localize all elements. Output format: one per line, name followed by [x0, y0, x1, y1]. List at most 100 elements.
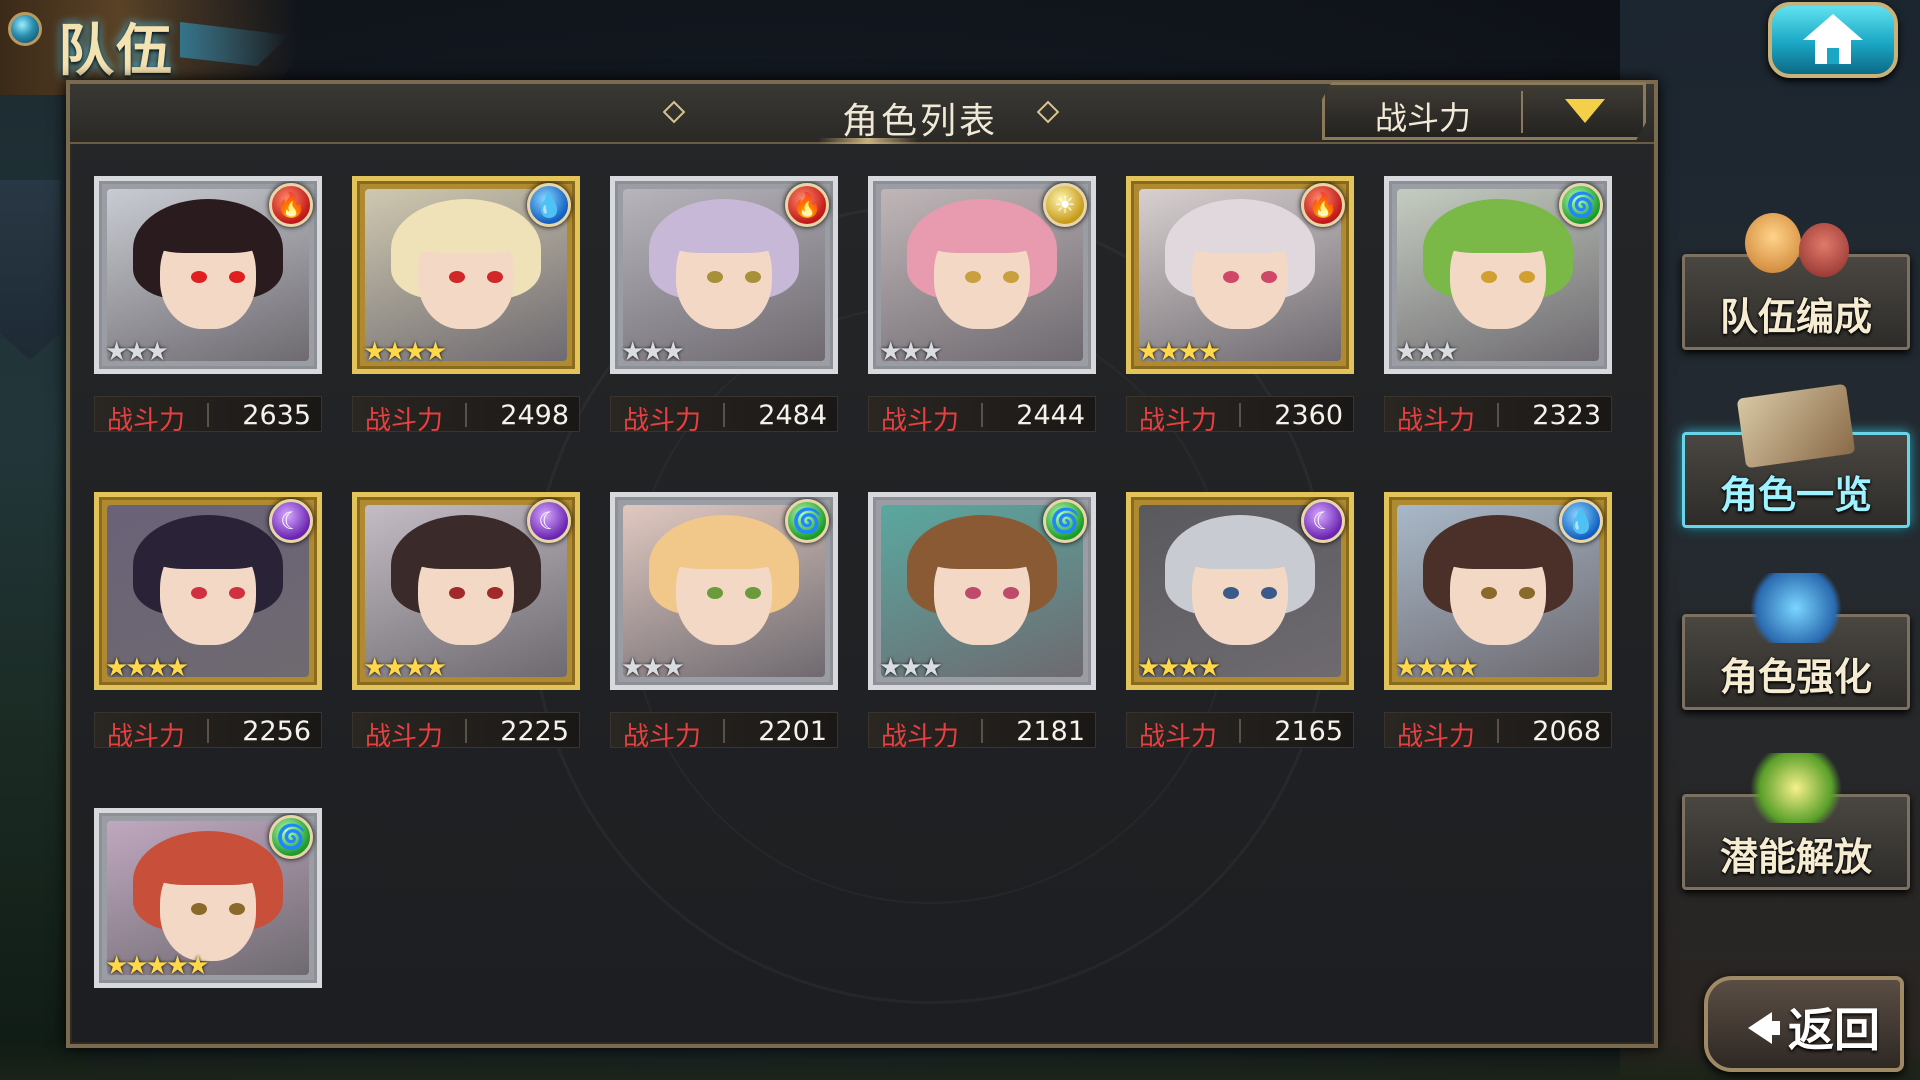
power-value: 2498	[500, 400, 569, 431]
character-portrait[interactable]: 🌀 ★★★	[1384, 176, 1612, 374]
character-eye	[449, 271, 465, 283]
character-card[interactable]: 🌀 ★★★ 战斗力 2323	[1384, 176, 1612, 436]
power-separator	[465, 403, 467, 427]
character-card[interactable]: 🌀 ★★★ 战斗力 2181	[868, 492, 1096, 752]
water-element-icon: 💧	[1559, 499, 1603, 543]
power-label: 战斗力	[365, 722, 444, 752]
power-separator	[207, 403, 209, 427]
power-value: 2256	[242, 716, 311, 747]
power-value: 2068	[1532, 716, 1601, 747]
rarity-stars: ★★★	[105, 337, 169, 367]
character-portrait[interactable]: 💧 ★★★★	[1384, 492, 1612, 690]
rarity-stars: ★★★★★	[105, 951, 210, 981]
character-portrait[interactable]: 💧 ★★★★	[352, 176, 580, 374]
character-bangs	[1180, 207, 1300, 253]
rarity-stars: ★★★★	[1395, 653, 1479, 683]
character-eye	[229, 587, 245, 599]
character-bangs	[1438, 207, 1558, 253]
power-bar: 战斗力 2498	[352, 396, 580, 436]
dark-element-icon: ☾	[1301, 499, 1345, 543]
power-separator	[1497, 403, 1499, 427]
character-enhance-button[interactable]: 角色强化	[1682, 573, 1910, 710]
character-card[interactable]: ☾ ★★★★ 战斗力 2165	[1126, 492, 1354, 752]
character-portrait[interactable]: ☾ ★★★★	[1126, 492, 1354, 690]
character-portrait[interactable]: ☾ ★★★★	[94, 492, 322, 690]
character-eye	[1003, 587, 1019, 599]
team-formation-button[interactable]: 队伍编成	[1682, 213, 1910, 350]
wind-element-icon: 🌀	[1043, 499, 1087, 543]
character-eye	[1223, 587, 1239, 599]
rarity-stars: ★★★	[621, 653, 685, 683]
character-bangs	[664, 523, 784, 569]
fire-element-icon: 🔥	[269, 183, 313, 227]
character-bangs	[148, 523, 268, 569]
character-card[interactable]: 🌀 ★★★★★	[94, 808, 322, 988]
character-bangs	[148, 207, 268, 253]
character-eye	[965, 587, 981, 599]
rarity-stars: ★★★★	[363, 337, 447, 367]
character-card[interactable]: 💧 ★★★★ 战斗力 2498	[352, 176, 580, 436]
character-list-button[interactable]: 角色一览	[1682, 383, 1910, 528]
power-label: 战斗力	[881, 722, 960, 752]
character-portrait[interactable]: 🌀 ★★★	[868, 492, 1096, 690]
character-bangs	[664, 207, 784, 253]
character-eye	[1003, 271, 1019, 283]
hero-head	[1745, 213, 1801, 273]
power-value: 2360	[1274, 400, 1343, 431]
back-button[interactable]: 返回	[1704, 976, 1904, 1072]
character-portrait[interactable]: ☀ ★★★	[868, 176, 1096, 374]
power-label: 战斗力	[1397, 406, 1476, 436]
character-portrait[interactable]: 🔥 ★★★	[94, 176, 322, 374]
character-eye	[191, 271, 207, 283]
character-card[interactable]: ☾ ★★★★ 战斗力 2225	[352, 492, 580, 752]
character-bangs	[1438, 523, 1558, 569]
power-separator	[723, 403, 725, 427]
power-label: 战斗力	[107, 722, 186, 752]
power-value: 2165	[1274, 716, 1343, 747]
character-card[interactable]: 💧 ★★★★ 战斗力 2068	[1384, 492, 1612, 752]
rarity-stars: ★★★★	[1137, 337, 1221, 367]
power-bar: 战斗力 2201	[610, 712, 838, 752]
power-separator	[723, 719, 725, 743]
menu-illustration	[1736, 383, 1856, 469]
character-card[interactable]: ☾ ★★★★ 战斗力 2256	[94, 492, 322, 752]
power-bar: 战斗力 2484	[610, 396, 838, 436]
rarity-stars: ★★★★	[363, 653, 447, 683]
dark-element-icon: ☾	[527, 499, 571, 543]
power-bar: 战斗力 2256	[94, 712, 322, 752]
heroine-head	[1799, 223, 1849, 277]
power-label: 战斗力	[1139, 722, 1218, 752]
title-wing-ornament	[180, 22, 290, 66]
character-card[interactable]: 🌀 ★★★ 战斗力 2201	[610, 492, 838, 752]
power-bar: 战斗力 2225	[352, 712, 580, 752]
character-card[interactable]: ☀ ★★★ 战斗力 2444	[868, 176, 1096, 436]
power-label: 战斗力	[881, 406, 960, 436]
character-portrait[interactable]: 🔥 ★★★	[610, 176, 838, 374]
character-card[interactable]: 🔥 ★★★★ 战斗力 2360	[1126, 176, 1354, 436]
power-separator	[207, 719, 209, 743]
character-grid: 🔥 ★★★ 战斗力 2635 💧 ★★★★ 战斗力 2498 🔥 ★★★ 战斗力 2484 ☀ ★★★ 战斗…	[70, 84, 1654, 1044]
power-value: 2635	[242, 400, 311, 431]
character-eye	[449, 587, 465, 599]
power-label: 战斗力	[623, 722, 702, 752]
arrow-left-icon	[1748, 1012, 1772, 1044]
character-eye	[1519, 587, 1535, 599]
character-bangs	[922, 523, 1042, 569]
character-portrait[interactable]: ☾ ★★★★	[352, 492, 580, 690]
character-portrait[interactable]: 🌀 ★★★★★	[94, 808, 322, 988]
rarity-stars: ★★★	[621, 337, 685, 367]
power-bar: 战斗力 2068	[1384, 712, 1612, 752]
character-eye	[229, 903, 245, 915]
character-bangs	[406, 207, 526, 253]
character-card[interactable]: 🔥 ★★★ 战斗力 2635	[94, 176, 322, 436]
character-card[interactable]: 🔥 ★★★ 战斗力 2484	[610, 176, 838, 436]
character-portrait[interactable]: 🔥 ★★★★	[1126, 176, 1354, 374]
power-value: 2225	[500, 716, 569, 747]
character-bangs	[922, 207, 1042, 253]
home-button[interactable]	[1768, 2, 1898, 78]
potential-unlock-button[interactable]: 潜能解放	[1682, 753, 1910, 890]
fire-element-icon: 🔥	[1301, 183, 1345, 227]
character-eye	[1481, 271, 1497, 283]
power-value: 2323	[1532, 400, 1601, 431]
character-portrait[interactable]: 🌀 ★★★	[610, 492, 838, 690]
